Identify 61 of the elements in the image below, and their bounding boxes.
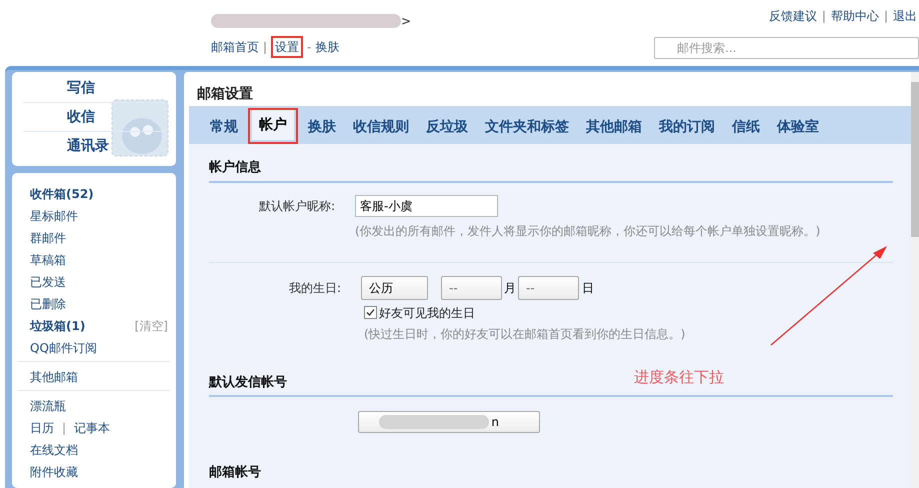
checkbox-label: 好友可见我的生日 — [379, 304, 475, 322]
check-icon — [366, 308, 375, 317]
nickname-input[interactable]: 客服-小虞 — [355, 194, 498, 216]
separator-text: | — [884, 8, 888, 25]
folder-link[interactable]: 漂流瓶 — [30, 397, 66, 415]
header-link[interactable]: 设置 — [275, 38, 300, 56]
folder-link[interactable]: 群邮件 — [30, 229, 66, 247]
section-heading: 邮箱帐号 — [209, 464, 262, 482]
folder-link[interactable]: 已删除 — [30, 295, 66, 313]
username-suffix: > — [401, 13, 412, 30]
top-link[interactable]: 帮助中心 — [830, 7, 879, 25]
settings-tab[interactable]: 文件夹和标签 — [478, 112, 576, 142]
folder-link[interactable]: QQ邮件订阅 — [30, 339, 97, 357]
calendar-select[interactable]: 公历 — [361, 276, 428, 300]
hint-text: (快过生日时，你的好友可以在邮箱首页看到你的生日信息。) — [364, 326, 686, 342]
folder-link[interactable]: 其他邮箱 — [30, 368, 78, 386]
top-link[interactable]: 退出 — [893, 7, 917, 25]
settings-tab[interactable]: 信纸 — [725, 112, 767, 142]
separator-text: | — [62, 420, 66, 437]
hint-text: (你发出的所有邮件，发件人将显示你的邮箱昵称，你还可以给每个帐户单独设置昵称。) — [355, 222, 822, 240]
settings-tab[interactable]: 体验室 — [770, 112, 826, 142]
folder-link[interactable]: 记事本 — [74, 419, 110, 437]
section-heading: 帐户信息 — [209, 158, 893, 182]
blurred-account-text: n — [379, 413, 499, 431]
header-link[interactable]: 换肤 — [315, 38, 340, 56]
folder-link[interactable]: 在线文档 — [30, 441, 78, 459]
sender-account-select[interactable]: n — [358, 411, 540, 433]
annotation-text: 进度条往下拉 — [634, 367, 724, 388]
folder-link[interactable]: 附件收藏 — [30, 463, 78, 481]
separator-text: - — [307, 39, 312, 56]
folder-link[interactable]: 日历 — [30, 419, 54, 437]
settings-tab[interactable]: 我的订阅 — [652, 112, 722, 142]
scrollbar-thumb[interactable] — [911, 82, 919, 237]
checkbox[interactable] — [364, 306, 377, 319]
sidebar-action[interactable]: 写信 — [23, 74, 165, 103]
separator-text: | — [822, 8, 826, 25]
search-field[interactable]: 邮件搜索... — [654, 37, 919, 59]
folder-link[interactable]: 收件箱(52) — [30, 185, 94, 203]
separator-text: | — [263, 39, 268, 56]
field-label: 默认帐户昵称: — [258, 198, 336, 214]
folder-link[interactable]: 草稿箱 — [30, 251, 66, 269]
settings-tab[interactable]: 其他邮箱 — [579, 112, 649, 142]
folder-link[interactable]: 垃圾箱(1) — [30, 317, 86, 335]
unit-text: 日 — [582, 280, 594, 296]
folder-link[interactable]: 星标邮件 — [30, 207, 78, 225]
folder-link[interactable]: 已发送 — [30, 273, 66, 291]
settings-tab[interactable]: 反垃圾 — [419, 112, 475, 142]
header-link[interactable]: 邮箱首页 — [211, 38, 259, 56]
settings-tab[interactable]: 帐户 — [252, 110, 294, 140]
settings-tab[interactable]: 换肤 — [301, 112, 343, 142]
field-label: 我的生日: — [288, 280, 342, 296]
settings-tab[interactable]: 收信规则 — [346, 112, 416, 142]
settings-tab[interactable]: 常规 — [203, 112, 245, 142]
sidebar-action[interactable]: 收信 — [23, 103, 165, 132]
day-select[interactable]: -- — [518, 276, 579, 300]
settings-title: 邮箱设置 — [196, 85, 254, 104]
scrollbar[interactable] — [911, 72, 919, 488]
top-link[interactable]: 反馈建议 — [768, 7, 817, 25]
sidebar-action[interactable]: 通讯录 — [23, 132, 165, 161]
month-select[interactable]: -- — [441, 276, 502, 300]
unit-text: 月 — [504, 280, 516, 296]
